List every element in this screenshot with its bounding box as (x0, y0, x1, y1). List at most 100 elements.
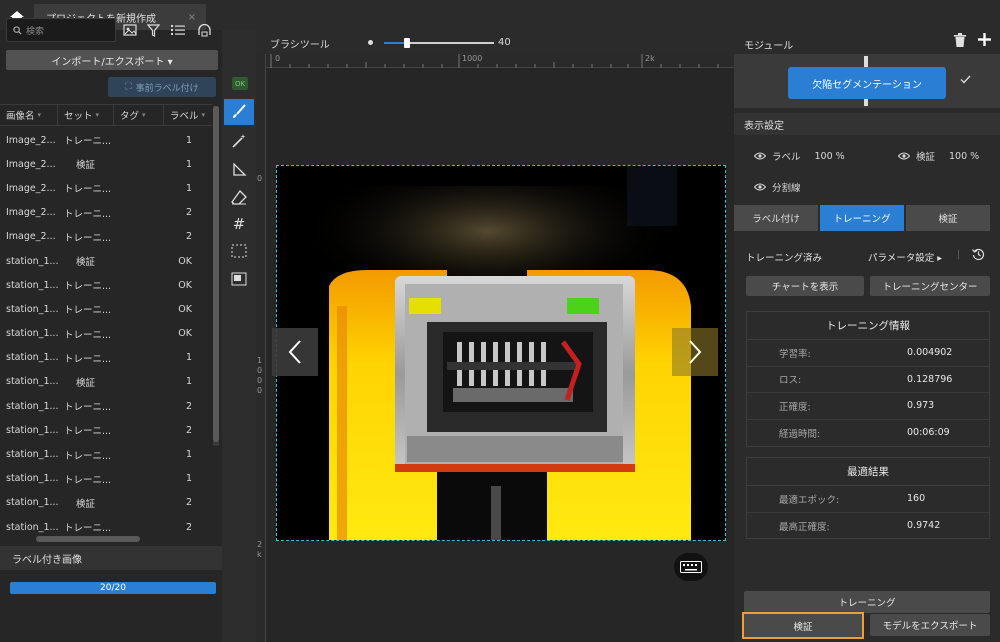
cell-image-name: station_1... (6, 303, 58, 315)
cell-set: トレーニ... (64, 305, 112, 317)
label-visibility-toggle[interactable]: ラベル 100 % (754, 149, 845, 163)
table-row[interactable]: Image_2... 検証 1 (0, 152, 212, 176)
table-row[interactable]: Image_2... トレーニ... 1 (0, 176, 212, 200)
cell-label: OK (178, 328, 192, 340)
table-row[interactable]: station_1... トレーニ... 1 (0, 442, 212, 466)
tab-verify[interactable]: 検証 (906, 205, 990, 231)
ruler-label: 0 (257, 376, 263, 385)
verify-opacity-value: 100 % (949, 150, 980, 162)
label-opacity-value: 100 % (814, 150, 845, 162)
training-center-button[interactable]: トレーニングセンター (870, 276, 990, 296)
info-row: 経過時間: 00:06:09 (747, 420, 989, 447)
tab-labeling[interactable]: ラベル付け (734, 205, 818, 231)
progress-text: 20/20 (100, 583, 126, 593)
column-image-name[interactable]: 画像名 ▾ (0, 105, 58, 125)
table-row[interactable]: station_1... トレーニ... OK (0, 297, 212, 321)
cell-set: トレーニ... (64, 232, 112, 244)
table-row[interactable]: Image_2... トレーニ... 2 (0, 201, 212, 225)
image-view-icon[interactable] (120, 20, 140, 40)
table-row[interactable]: Image_2... トレーニ... 1 (0, 128, 212, 152)
filter-icon[interactable] (144, 20, 164, 40)
info-key: ロス: (779, 375, 802, 387)
info-row: 最高正確度: 0.9742 (747, 513, 989, 540)
image-table-body: Image_2... トレーニ... 1 Image_2... 検証 1 Image_2..… (0, 128, 212, 539)
ruler-label: 2k (645, 54, 655, 63)
cell-label: OK (178, 303, 192, 315)
verify-button[interactable]: 検証 (742, 612, 864, 639)
mask-icon (231, 272, 247, 286)
keyboard-shortcuts-button[interactable] (674, 553, 708, 581)
magic-wand-tool-button[interactable] (224, 128, 254, 154)
next-image-button[interactable] (672, 328, 718, 376)
rotate-view-icon[interactable] (194, 20, 214, 40)
export-model-button[interactable]: モデルをエクスポート (870, 614, 990, 636)
trash-icon[interactable] (954, 33, 966, 51)
sample-image[interactable] (276, 165, 726, 541)
cell-image-name: station_1... (6, 424, 58, 436)
verify-visibility-toggle[interactable]: 検証 100 % (898, 149, 979, 163)
table-horizontal-scrollbar[interactable] (36, 536, 140, 542)
training-info-rows: 学習率: 0.004902 ロス: 0.128796 正確度: 0.973 経過時間: 00:… (747, 340, 989, 446)
table-row[interactable]: station_1... 検証 1 (0, 370, 212, 394)
table-row[interactable]: station_1... トレーニ... 1 (0, 467, 212, 491)
cell-label: 2 (185, 231, 192, 243)
check-icon (960, 73, 971, 88)
search-input[interactable]: 検索 (6, 18, 116, 42)
table-row[interactable]: station_1... 検証 2 (0, 491, 212, 515)
table-row[interactable]: station_1... 検証 OK (0, 249, 212, 273)
grid-cut-icon: # (232, 215, 246, 233)
cell-image-name: station_1... (6, 521, 58, 533)
cell-label: 1 (185, 473, 192, 485)
eraser-tool-button[interactable] (224, 184, 254, 210)
polygon-tool-button[interactable] (224, 157, 254, 183)
table-row[interactable]: station_1... トレーニ... 1 (0, 346, 212, 370)
grid-cut-tool-button[interactable]: # (224, 211, 254, 237)
defect-segmentation-module[interactable]: 欠陥セグメンテーション (788, 67, 946, 99)
best-result-title: 最適結果 (747, 458, 989, 486)
parameter-settings-link[interactable]: パラメータ設定 ▸ (868, 250, 942, 264)
pre-label-text: 事前ラベル付け (135, 83, 199, 94)
labeled-images-section[interactable]: ラベル付き画像 (0, 546, 222, 570)
pre-label-button[interactable]: ⛶ 事前ラベル付け (108, 77, 216, 97)
table-vertical-scrollbar[interactable] (213, 106, 219, 442)
table-row[interactable]: station_1... トレーニ... OK (0, 273, 212, 297)
table-row[interactable]: station_1... トレーニ... 2 (0, 418, 212, 442)
training-info-title: トレーニング情報 (747, 312, 989, 340)
cell-label: 2 (185, 521, 192, 533)
cell-set: トレーニ... (64, 523, 112, 535)
table-row[interactable]: station_1... トレーニ... OK (0, 322, 212, 346)
column-tag[interactable]: タグ ▾ (114, 105, 164, 125)
list-icon[interactable] (168, 20, 188, 40)
mask-tool-button[interactable] (224, 266, 254, 292)
ok-badge[interactable]: OK (232, 77, 248, 90)
table-row[interactable]: station_1... トレーニ... 2 (0, 394, 212, 418)
show-chart-button[interactable]: チャートを表示 (746, 276, 864, 296)
start-training-button[interactable]: トレーニング (744, 591, 990, 613)
labeling-progress-bar: 20/20 (10, 582, 216, 594)
ruler-label: 0 (257, 386, 263, 395)
previous-image-button[interactable] (272, 328, 318, 376)
brush-icon (233, 104, 246, 118)
import-export-button[interactable]: インポート/エクスポート ▾ (6, 50, 218, 70)
add-module-icon[interactable] (978, 30, 991, 51)
cell-image-name: station_1... (6, 279, 58, 291)
cell-label: 1 (185, 134, 192, 146)
brush-tool-label: ブラシツール (270, 40, 330, 51)
cell-label: 2 (185, 497, 192, 509)
history-icon[interactable] (972, 248, 985, 264)
divider-visibility-toggle[interactable]: 分割線 (754, 180, 801, 194)
column-set[interactable]: セット ▾ (58, 105, 114, 125)
roi-select-tool-button[interactable] (224, 238, 254, 264)
brush-tool-button[interactable] (224, 99, 254, 125)
table-row[interactable]: Image_2... トレーニ... 2 (0, 225, 212, 249)
tab-training[interactable]: トレーニング (820, 205, 904, 231)
ruler-label: 1 (257, 356, 263, 365)
brush-size-handle[interactable] (404, 38, 410, 48)
cell-image-name: station_1... (6, 449, 58, 461)
search-placeholder: 検索 (26, 26, 45, 37)
column-label[interactable]: ラベル ▾ (164, 105, 212, 125)
cell-label: 1 (185, 449, 192, 461)
cell-image-name: Image_2... (6, 158, 56, 170)
magic-wand-icon (232, 134, 246, 148)
info-value: 0.004902 (907, 347, 953, 359)
